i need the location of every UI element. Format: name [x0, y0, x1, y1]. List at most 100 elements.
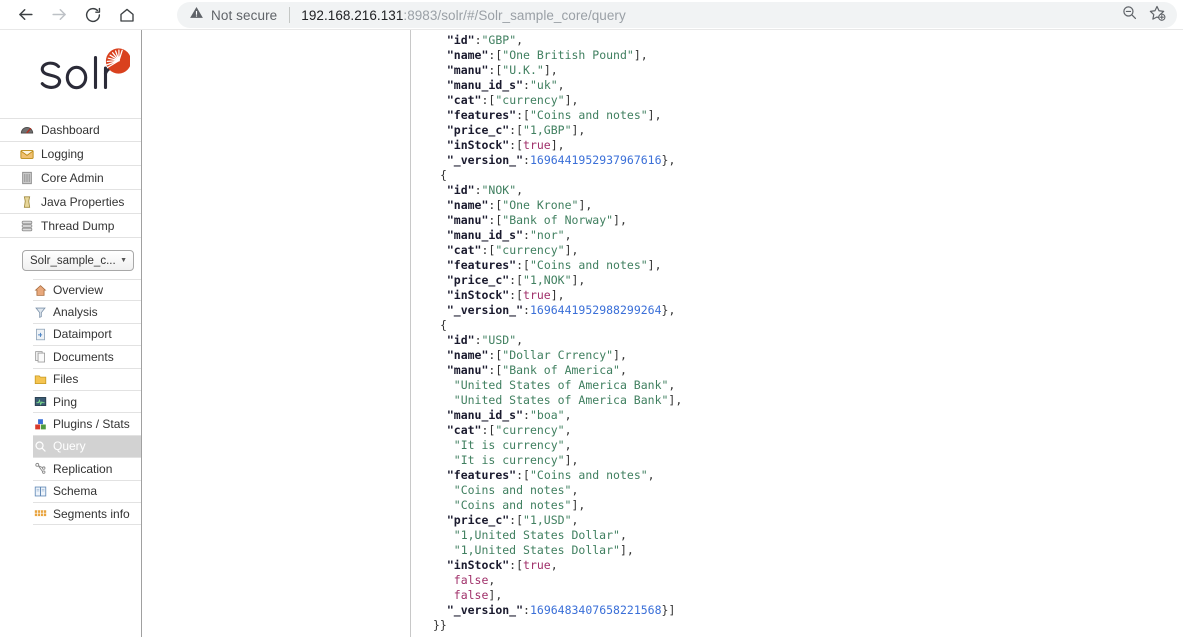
json-token-key: "features"	[446, 258, 517, 272]
json-token-punct: :[	[488, 48, 503, 62]
json-token-str: "boa"	[529, 408, 565, 422]
zoom-out-button[interactable]	[1115, 2, 1143, 28]
sidebar-item-logging[interactable]: Logging	[0, 142, 141, 166]
json-token-key: "cat"	[446, 93, 482, 107]
home-button[interactable]	[110, 0, 144, 30]
json-token-punct: :[	[481, 423, 496, 437]
sidebar-item-query[interactable]: Query	[33, 435, 141, 459]
main-navigation: Dashboard Logging Core Admin Java Proper…	[0, 118, 141, 238]
json-token-str: "1,United States Dollar"	[453, 543, 620, 557]
json-token-punct: ],	[613, 348, 627, 362]
json-token-str: "One Krone"	[502, 198, 579, 212]
sidebar-item-documents[interactable]: Documents	[33, 346, 141, 369]
core-navigation: Overview Analysis Dataimport Documents F…	[0, 279, 141, 526]
json-token-str: "Bank of Norway"	[502, 213, 614, 227]
json-token-key: "inStock"	[446, 138, 510, 152]
add-to-favorites-star-icon	[1148, 4, 1166, 27]
thread-dump-icon	[20, 219, 34, 233]
json-token-key: "id"	[446, 333, 475, 347]
json-token-punct: :	[523, 303, 530, 317]
json-token-key: "cat"	[446, 423, 482, 437]
json-token-str: "Coins and notes"	[453, 498, 572, 512]
sidebar-item-schema[interactable]: Schema	[33, 481, 141, 503]
json-token-punct: ],	[647, 108, 662, 122]
sidebar-label: Dashboard	[41, 123, 100, 137]
json-token-str: "1,GBP"	[523, 123, 572, 137]
json-token-str: "Coins and notes"	[453, 483, 572, 497]
files-folder-icon	[33, 372, 47, 386]
address-bar[interactable]: Not secure 192.168.216.131:8983/solr/#/S…	[177, 2, 1177, 28]
json-token-punct: },	[661, 153, 676, 167]
sidebar-item-analysis[interactable]: Analysis	[33, 301, 141, 324]
sidebar-item-dataimport[interactable]: Dataimport	[33, 324, 141, 347]
security-label: Not secure	[211, 7, 278, 23]
json-token-punct: ],	[550, 288, 565, 302]
json-token-punct: :[	[509, 138, 524, 152]
solr-sunburst-icon	[105, 48, 130, 74]
back-button[interactable]	[8, 0, 42, 30]
json-token-str: "It is currency"	[453, 453, 565, 467]
json-token-punct: ,	[571, 513, 579, 527]
json-token-punct: :	[474, 33, 482, 47]
sidebar-item-java-properties[interactable]: Java Properties	[0, 190, 141, 214]
url-text[interactable]: 192.168.216.131:8983/solr/#/Solr_sample_…	[301, 8, 1115, 23]
not-secure-warning-icon	[189, 5, 204, 25]
json-token-punct: ,	[668, 378, 676, 392]
json-token-key: "inStock"	[446, 288, 510, 302]
security-status[interactable]: Not secure	[189, 5, 277, 25]
sidebar-item-ping[interactable]: Ping	[33, 391, 141, 414]
json-token-punct: ,	[571, 483, 579, 497]
browser-chrome: Not secure 192.168.216.131:8983/solr/#/S…	[0, 0, 1183, 30]
json-token-str: "1,United States Dollar"	[453, 528, 620, 542]
json-token-str: "Coins and notes"	[529, 108, 648, 122]
solr-logo[interactable]	[0, 30, 141, 118]
json-token-key: "price_c"	[446, 123, 510, 137]
sidebar-item-plugins-stats[interactable]: Plugins / Stats	[33, 413, 141, 436]
schema-book-icon	[33, 484, 47, 498]
sidebar-item-overview[interactable]: Overview	[33, 279, 141, 302]
json-token-punct: :	[523, 228, 530, 242]
json-token-punct: :[	[516, 468, 530, 482]
sidebar-label: Logging	[41, 146, 84, 161]
json-token-bool: true	[523, 288, 551, 302]
json-token-punct: ],	[668, 393, 683, 407]
url-path: :8983/solr/#/Solr_sample_core/query	[403, 7, 626, 23]
sidebar-item-core-admin[interactable]: Core Admin	[0, 166, 141, 190]
sidebar-item-replication[interactable]: Replication	[33, 458, 141, 481]
json-token-bool: true	[523, 138, 551, 152]
query-response-pane[interactable]: "id":"GBP", "name":["One British Pound"]…	[411, 30, 1183, 637]
json-token-str: "1,NOK"	[523, 273, 572, 287]
analysis-icon	[33, 305, 47, 319]
add-to-favorites-button[interactable]	[1143, 2, 1171, 28]
json-token-key: "features"	[446, 108, 517, 122]
sidebar-item-files[interactable]: Files	[33, 369, 141, 391]
json-token-punct: :[	[481, 93, 496, 107]
json-token-punct: ,	[619, 363, 627, 377]
json-token-punct: :	[474, 333, 482, 347]
sidebar-label: Plugins / Stats	[53, 417, 130, 432]
sidebar-label: Replication	[53, 461, 113, 476]
reload-button[interactable]	[76, 0, 110, 30]
json-token-punct: ],	[488, 588, 503, 602]
json-token-key: "manu_id_s"	[446, 78, 524, 92]
sidebar-item-segments-info[interactable]: Segments info	[33, 503, 141, 526]
solr-logo-icon	[40, 48, 130, 90]
json-token-key: "id"	[446, 183, 475, 197]
json-token-str: "Coins and notes"	[529, 468, 648, 482]
json-token-punct: ,	[557, 78, 565, 92]
json-token-punct: ],	[571, 498, 586, 512]
json-token-punct: ],	[647, 258, 662, 272]
sidebar-label: Thread Dump	[41, 218, 115, 233]
dataimport-icon	[33, 327, 47, 341]
json-token-punct: ],	[571, 123, 586, 137]
core-selector-dropdown[interactable]: Solr_sample_c... ▼	[22, 250, 134, 271]
sidebar-item-thread-dump[interactable]: Thread Dump	[0, 214, 141, 238]
core-selector-value: Solr_sample_c...	[30, 254, 116, 267]
sidebar-item-dashboard[interactable]: Dashboard	[0, 118, 141, 142]
replication-icon	[33, 462, 47, 476]
json-token-punct: :[	[488, 213, 503, 227]
json-token-str: "NOK"	[481, 183, 517, 197]
json-token-punct: ,	[550, 558, 558, 572]
json-token-punct: :[	[488, 348, 503, 362]
json-token-key: "inStock"	[446, 558, 510, 572]
